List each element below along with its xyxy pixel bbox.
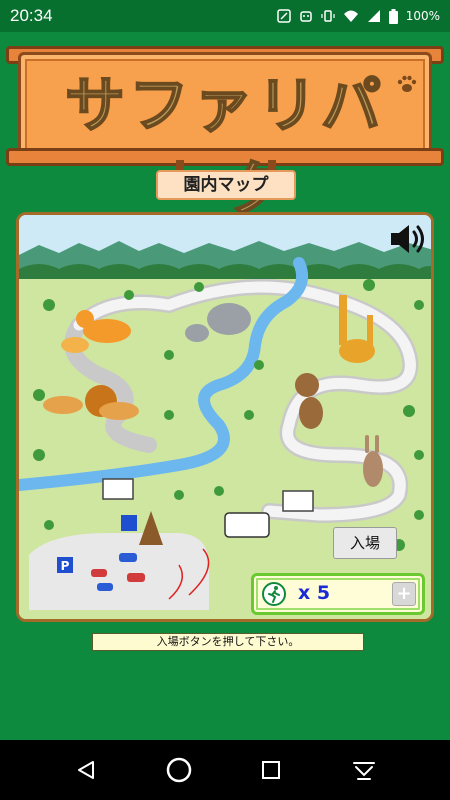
vibrate-icon [321, 10, 335, 22]
signal-icon [367, 10, 380, 22]
wifi-icon [343, 10, 358, 22]
map-illustration: P [19, 215, 431, 619]
instruction-text: 入場ボタンを押して下さい。 [92, 633, 364, 651]
car-icon [97, 583, 113, 591]
hide-keyboard-button[interactable] [346, 752, 382, 788]
battery-percent: 100% [405, 9, 440, 23]
home-icon [166, 757, 191, 783]
tree-line [19, 264, 431, 281]
back-icon [78, 761, 95, 779]
car-icon [119, 553, 137, 562]
park-map: P 入場 x 5 + [16, 212, 434, 622]
gate-arch-right [282, 490, 314, 512]
svg-text:P: P [61, 559, 70, 573]
navigation-bar [0, 740, 450, 800]
runner-icon [262, 582, 286, 606]
restroom-icon [121, 515, 137, 531]
car-icon [91, 569, 107, 577]
status-bar: 20:34 100% [0, 0, 450, 32]
add-ticket-button[interactable]: + [392, 582, 416, 606]
enter-button[interactable]: 入場 [333, 527, 397, 559]
status-time: 20:34 [10, 6, 53, 25]
title-sign: サファリパーク [6, 46, 444, 226]
battery-icon [388, 8, 398, 24]
gate-arch-left [102, 478, 134, 500]
nfc-icon [276, 9, 291, 23]
safari-bus-icon [224, 512, 270, 538]
paw-print-icon [397, 75, 417, 92]
keyboard-hide-icon [352, 762, 375, 780]
status-icons: 100% [276, 8, 440, 24]
recents-icon [262, 761, 281, 779]
back-button[interactable] [68, 752, 104, 788]
car-icon [127, 573, 145, 582]
sim-robot-icon [299, 11, 312, 22]
speaker-icon[interactable] [387, 221, 427, 257]
app-title: サファリパーク [64, 70, 385, 226]
map-subtitle: 園内マップ [156, 170, 296, 200]
recents-button[interactable] [253, 752, 289, 788]
home-button[interactable] [161, 752, 197, 788]
ticket-counter: x 5 + [251, 573, 425, 615]
ticket-count: x 5 [298, 582, 331, 604]
